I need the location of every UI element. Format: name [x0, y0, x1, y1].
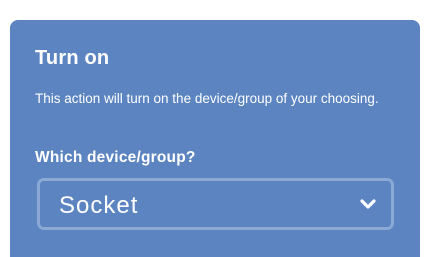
action-title: Turn on — [35, 47, 110, 69]
action-description: This action will turn on the device/grou… — [35, 91, 379, 106]
chevron-down-icon — [358, 194, 378, 214]
device-group-field-label: Which device/group? — [35, 149, 196, 166]
selected-device-value: Socket — [59, 192, 139, 219]
device-group-select[interactable]: Socket — [37, 178, 394, 230]
turn-on-action-card: Turn on This action will turn on the dev… — [10, 20, 420, 257]
